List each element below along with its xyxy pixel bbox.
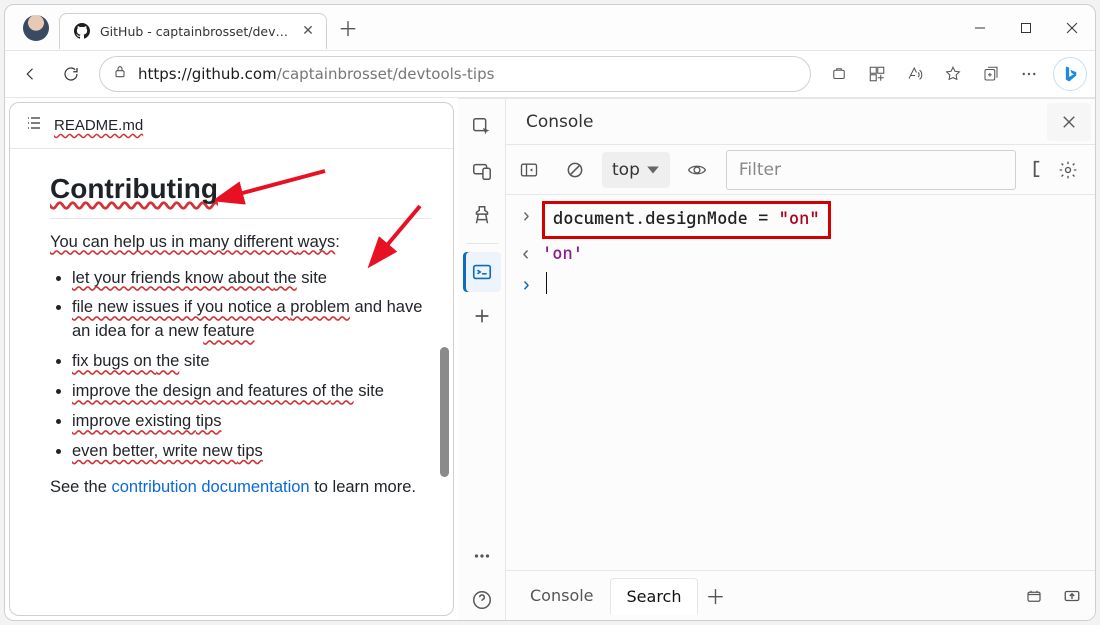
scrollbar[interactable] [438, 127, 451, 611]
browser-toolbar: https://github.com/captainbrosset/devtoo… [5, 50, 1095, 98]
devtools-panel: Console top Filter [ [458, 98, 1095, 620]
refresh-button[interactable] [53, 56, 89, 92]
drawer-search-tab[interactable]: Search [610, 578, 699, 615]
annotation-highlight: document.designMode = "on" [542, 201, 831, 239]
browser-window: GitHub - captainbrosset/devtoo… ✕ ＋ http… [4, 4, 1096, 621]
devtools-close-button[interactable] [1047, 103, 1091, 141]
console-input-row: › document.designMode = "on" [506, 201, 1095, 239]
more-options-icon[interactable] [463, 536, 501, 576]
close-window-button[interactable] [1049, 5, 1095, 50]
maximize-button[interactable] [1003, 5, 1049, 50]
back-button[interactable] [13, 56, 49, 92]
inspect-element-icon[interactable] [463, 107, 501, 147]
readme-header: README.md [10, 103, 453, 149]
text-cursor [546, 272, 547, 294]
device-emulation-icon[interactable] [463, 151, 501, 191]
browser-tab[interactable]: GitHub - captainbrosset/devtoo… ✕ [59, 13, 327, 49]
console-output[interactable]: › document.designMode = "on" ‹ 'on' › [506, 195, 1095, 570]
console-tab[interactable]: Console [510, 112, 610, 132]
site-info-icon[interactable] [112, 64, 128, 84]
collections-icon[interactable] [973, 56, 1009, 92]
execution-context[interactable]: top [602, 152, 670, 188]
devtools-sidebar [458, 99, 506, 620]
tab-close-button[interactable]: ✕ [300, 23, 316, 39]
console-panel-icon[interactable] [463, 252, 501, 292]
bing-button[interactable] [1053, 57, 1087, 91]
console-settings-icon[interactable] [1049, 151, 1087, 189]
content-area: README.md Contributing You can help us i… [5, 98, 1095, 620]
github-icon [74, 23, 90, 39]
input-caret-icon: › [520, 203, 532, 229]
live-expression-icon[interactable] [678, 151, 716, 189]
welcome-icon[interactable] [463, 195, 501, 235]
list-item: even better, write new tips [72, 440, 431, 464]
app-icon[interactable] [821, 56, 857, 92]
toc-icon[interactable] [26, 115, 42, 136]
devtools-main: Console top Filter [ [506, 99, 1095, 620]
devtools-tabbar: Console [506, 99, 1095, 145]
titlebar: GitHub - captainbrosset/devtoo… ✕ ＋ [5, 5, 1095, 50]
console-toolbar: top Filter [ [506, 145, 1095, 195]
list-item: file new issues if you notice a problem … [72, 296, 431, 344]
clear-console-icon[interactable] [556, 151, 594, 189]
readme-filename[interactable]: README.md [54, 117, 143, 134]
outro-paragraph: See the contribution documentation to le… [50, 476, 431, 500]
toggle-sidebar-icon[interactable] [510, 151, 548, 189]
collapse-drawer-icon[interactable] [1057, 581, 1087, 611]
list-item: let your friends know about the site [72, 267, 431, 291]
list-item: improve existing tips [72, 410, 431, 434]
address-bar[interactable]: https://github.com/captainbrosset/devtoo… [99, 56, 811, 92]
more-tools-icon[interactable] [463, 296, 501, 336]
filter-input[interactable]: Filter [726, 150, 1017, 190]
help-icon[interactable] [463, 580, 501, 620]
issues-icon[interactable] [1019, 581, 1049, 611]
readme-content[interactable]: Contributing You can help us in many dif… [10, 149, 453, 526]
window-controls [957, 5, 1095, 50]
drawer-console-tab[interactable]: Console [514, 578, 610, 613]
read-aloud-icon[interactable] [897, 56, 933, 92]
profile-avatar[interactable] [23, 15, 49, 41]
url-text: https://github.com/captainbrosset/devtoo… [138, 65, 798, 83]
bullet-list: let your friends know about the site fil… [50, 267, 431, 464]
list-item: fix bugs on the site [72, 350, 431, 374]
contribution-link[interactable]: contribution documentation [111, 478, 309, 496]
intro-paragraph: You can help us in many different ways: [50, 231, 431, 255]
console-prompt-row[interactable]: › [506, 270, 1095, 300]
favorites-icon[interactable] [935, 56, 971, 92]
extensions-icon[interactable] [859, 56, 895, 92]
scrollbar-thumb[interactable] [440, 347, 449, 477]
output-caret-icon: ‹ [520, 241, 532, 267]
menu-button[interactable] [1011, 56, 1047, 92]
console-result-row: ‹ 'on' [506, 239, 1095, 269]
minimize-button[interactable] [957, 5, 1003, 50]
prompt-caret-icon: › [520, 272, 532, 298]
tab-title: GitHub - captainbrosset/devtoo… [100, 24, 290, 39]
section-heading: Contributing [50, 169, 431, 219]
levels-bracket[interactable]: [ [1030, 159, 1041, 180]
devtools-drawer: Console Search ＋ [506, 570, 1095, 620]
list-item: improve the design and features of the s… [72, 380, 431, 404]
new-tab-button[interactable]: ＋ [331, 11, 365, 45]
webpage-panel: README.md Contributing You can help us i… [9, 102, 454, 616]
drawer-add-tab[interactable]: ＋ [698, 579, 732, 613]
